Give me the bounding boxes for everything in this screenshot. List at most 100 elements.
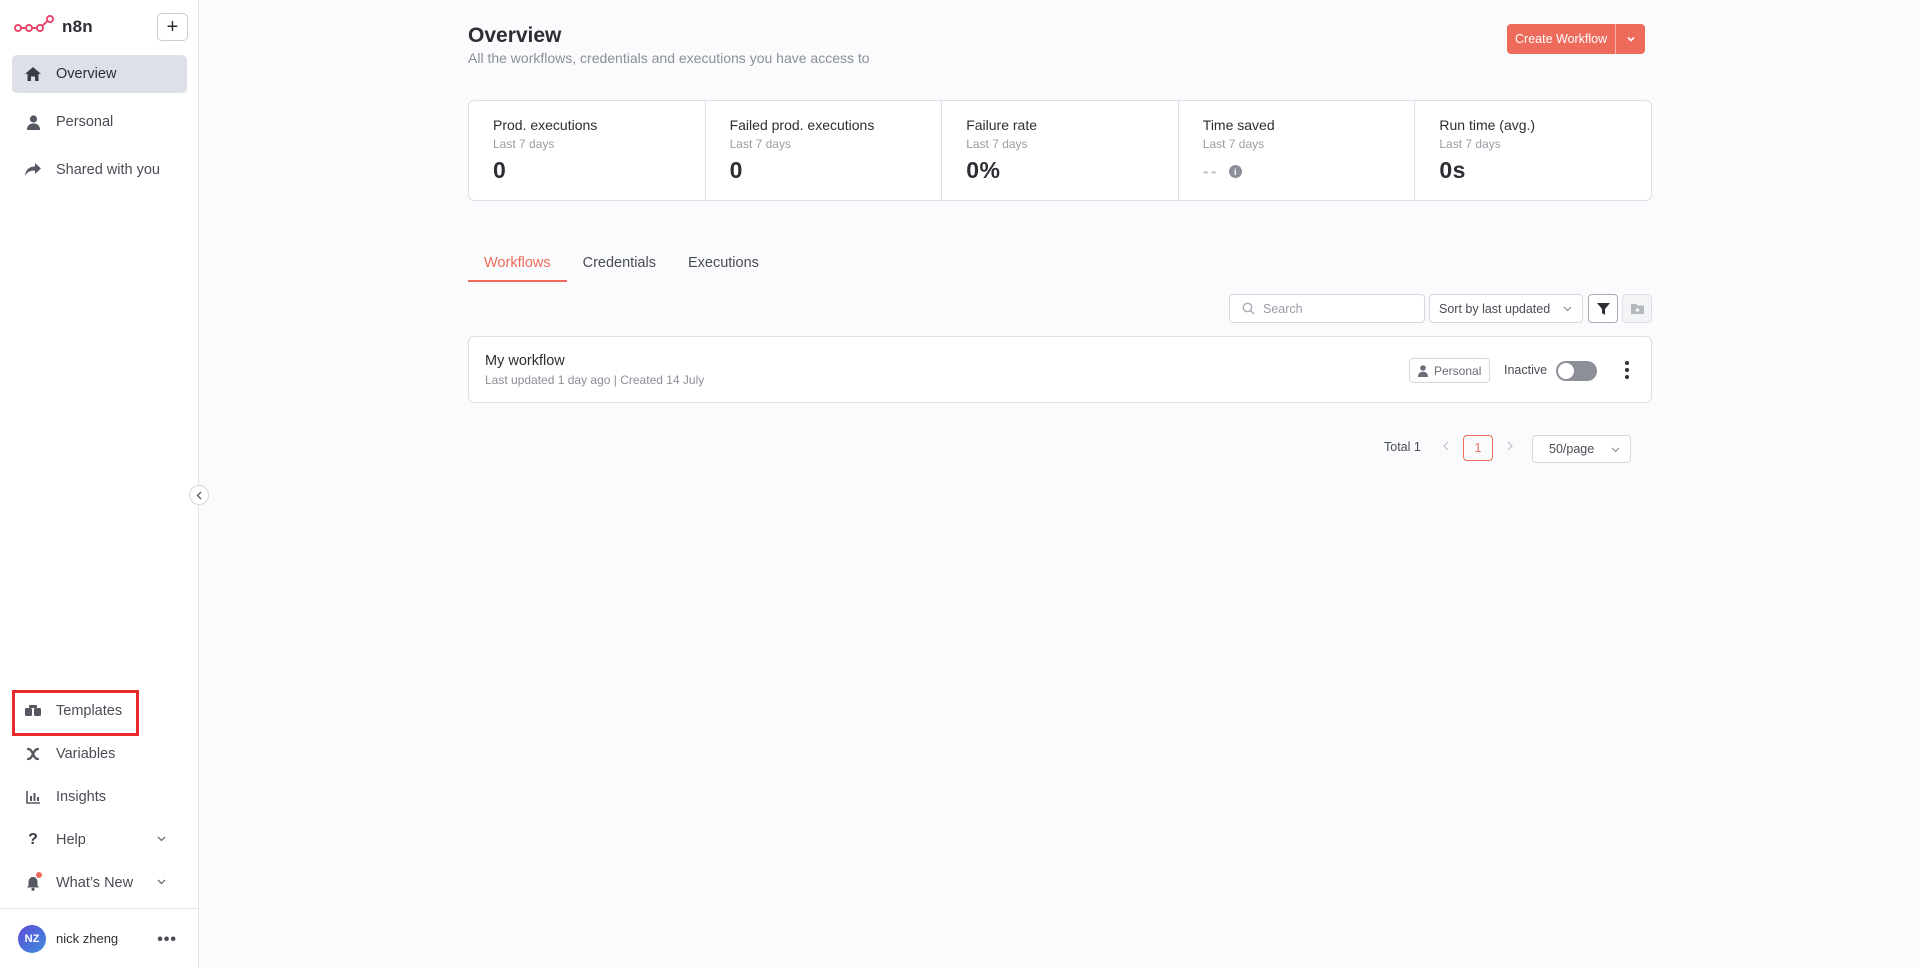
more-options-icon[interactable] bbox=[1619, 359, 1635, 381]
page-size-value: 50/page bbox=[1549, 442, 1595, 456]
user-icon bbox=[24, 113, 42, 131]
stat-period: Last 7 days bbox=[966, 137, 1028, 151]
sidebar-item-help[interactable]: ? Help bbox=[12, 821, 187, 859]
sidebar-item-insights[interactable]: Insights bbox=[12, 778, 187, 816]
user-name: nick zheng bbox=[56, 931, 119, 946]
search-placeholder: Search bbox=[1263, 301, 1303, 316]
collapse-sidebar-button[interactable] bbox=[189, 485, 209, 505]
chevron-left-icon bbox=[1443, 441, 1449, 451]
sidebar-item-label: Personal bbox=[56, 114, 114, 130]
filter-icon bbox=[1596, 302, 1610, 315]
sidebar-item-shared[interactable]: Shared with you bbox=[12, 151, 187, 189]
toggle-knob bbox=[1558, 363, 1574, 379]
workflow-card[interactable]: My workflow Last updated 1 day ago | Cre… bbox=[468, 336, 1652, 403]
user-footer: NZ nick zheng ••• bbox=[0, 908, 199, 968]
avatar[interactable]: NZ bbox=[18, 924, 46, 953]
sidebar-item-label: Shared with you bbox=[56, 162, 160, 178]
create-workflow-split-button: Create Workflow bbox=[1507, 24, 1646, 54]
stat-label: Run time (avg.) bbox=[1439, 117, 1536, 133]
bell-icon bbox=[24, 872, 42, 892]
stat-value: 0 bbox=[493, 157, 507, 183]
home-icon bbox=[24, 65, 42, 83]
stat-label: Time saved bbox=[1202, 117, 1275, 133]
chevron-left-icon bbox=[196, 491, 201, 499]
chevron-down-icon bbox=[156, 832, 167, 848]
chevron-down-icon bbox=[156, 875, 167, 891]
create-options-dropdown[interactable] bbox=[1615, 24, 1646, 54]
page-size-select[interactable]: 50/page bbox=[1532, 435, 1631, 463]
stat-time-saved[interactable]: Time saved Last 7 days -- i bbox=[1179, 101, 1416, 200]
stat-value-container: -- i bbox=[1203, 161, 1415, 182]
stat-failure-rate[interactable]: Failure rate Last 7 days 0% bbox=[942, 101, 1179, 200]
sidebar-item-label: What’s New bbox=[56, 875, 134, 891]
owner-badge: Personal bbox=[1409, 358, 1491, 383]
pagination-prev-button[interactable] bbox=[1442, 440, 1450, 454]
n8n-logo-icon bbox=[14, 14, 54, 41]
insights-summary: Prod. executions Last 7 days 0 Failed pr… bbox=[468, 100, 1652, 201]
stat-value: 0% bbox=[966, 157, 1001, 183]
chevron-down-icon bbox=[1627, 36, 1635, 42]
user-icon bbox=[1418, 364, 1428, 377]
filter-button[interactable] bbox=[1588, 294, 1618, 323]
stat-period: Last 7 days bbox=[493, 137, 555, 151]
add-button[interactable]: + bbox=[157, 13, 188, 41]
sort-value: Sort by last updated bbox=[1439, 301, 1551, 316]
chevron-right-icon bbox=[1507, 441, 1513, 451]
stat-period: Last 7 days bbox=[1202, 137, 1265, 151]
tab-credentials[interactable]: Credentials bbox=[567, 252, 672, 282]
workflow-meta: Last updated 1 day ago | Created 14 July bbox=[485, 373, 705, 387]
info-icon[interactable]: i bbox=[1228, 165, 1242, 178]
search-icon bbox=[1242, 302, 1255, 315]
workflow-name[interactable]: My workflow bbox=[485, 353, 565, 369]
tabs: Workflows Credentials Executions bbox=[468, 252, 775, 282]
chart-icon bbox=[24, 788, 42, 806]
sidebar-item-label: Insights bbox=[56, 789, 106, 805]
stat-value: 0s bbox=[1439, 157, 1466, 183]
sidebar-item-label: Overview bbox=[56, 66, 117, 82]
page-subtitle: All the workflows, credentials and execu… bbox=[468, 50, 870, 66]
page-title: Overview bbox=[468, 24, 562, 47]
search-input[interactable]: Search bbox=[1229, 294, 1425, 323]
owner-label: Personal bbox=[1434, 363, 1482, 378]
chevron-down-icon bbox=[1562, 303, 1573, 317]
stat-prod-executions[interactable]: Prod. executions Last 7 days 0 bbox=[469, 101, 706, 200]
stat-period: Last 7 days bbox=[1439, 137, 1501, 151]
question-icon: ? bbox=[28, 831, 38, 848]
stat-period: Last 7 days bbox=[729, 137, 791, 151]
brand[interactable]: n8n bbox=[14, 14, 93, 40]
user-menu-button[interactable]: ••• bbox=[157, 931, 177, 949]
templates-icon bbox=[24, 702, 42, 720]
tab-executions[interactable]: Executions bbox=[672, 252, 775, 282]
stat-failed-executions[interactable]: Failed prod. executions Last 7 days 0 bbox=[706, 101, 943, 200]
new-folder-button[interactable] bbox=[1622, 294, 1652, 323]
stat-label: Failure rate bbox=[966, 117, 1037, 133]
sidebar-item-variables[interactable]: Variables bbox=[12, 735, 187, 773]
pagination-total: Total 1 bbox=[1384, 440, 1421, 454]
sidebar-item-label: Help bbox=[56, 832, 86, 848]
create-workflow-button[interactable]: Create Workflow bbox=[1507, 24, 1616, 54]
share-icon bbox=[24, 161, 42, 179]
sort-select[interactable]: Sort by last updated bbox=[1429, 294, 1583, 323]
stat-label: Prod. executions bbox=[493, 117, 598, 133]
sidebar-item-templates[interactable]: Templates bbox=[12, 692, 187, 730]
workflow-status: Inactive bbox=[1504, 363, 1548, 377]
stat-label: Failed prod. executions bbox=[729, 117, 875, 133]
variables-icon bbox=[24, 745, 42, 763]
sidebar-item-whats-new[interactable]: What’s New bbox=[12, 864, 187, 902]
sidebar-item-label: Variables bbox=[56, 746, 116, 762]
folder-icon bbox=[1630, 304, 1644, 314]
pagination-next-button[interactable] bbox=[1506, 440, 1514, 454]
stat-value: 0 bbox=[729, 157, 743, 183]
tab-workflows[interactable]: Workflows bbox=[468, 252, 567, 282]
active-toggle[interactable] bbox=[1556, 361, 1597, 381]
sidebar-item-personal[interactable]: Personal bbox=[12, 103, 187, 141]
sidebar-item-overview[interactable]: Overview bbox=[12, 55, 187, 93]
stat-value: -- bbox=[1202, 161, 1219, 181]
sidebar-item-label: Templates bbox=[56, 703, 123, 719]
brand-name: n8n bbox=[62, 17, 93, 36]
chevron-down-icon bbox=[1610, 444, 1621, 458]
notification-dot bbox=[36, 872, 42, 878]
pagination-page-current[interactable]: 1 bbox=[1463, 435, 1493, 461]
stat-run-time[interactable]: Run time (avg.) Last 7 days 0s bbox=[1415, 101, 1651, 200]
sidebar: n8n + Overview Personal Shared with you … bbox=[0, 0, 199, 968]
